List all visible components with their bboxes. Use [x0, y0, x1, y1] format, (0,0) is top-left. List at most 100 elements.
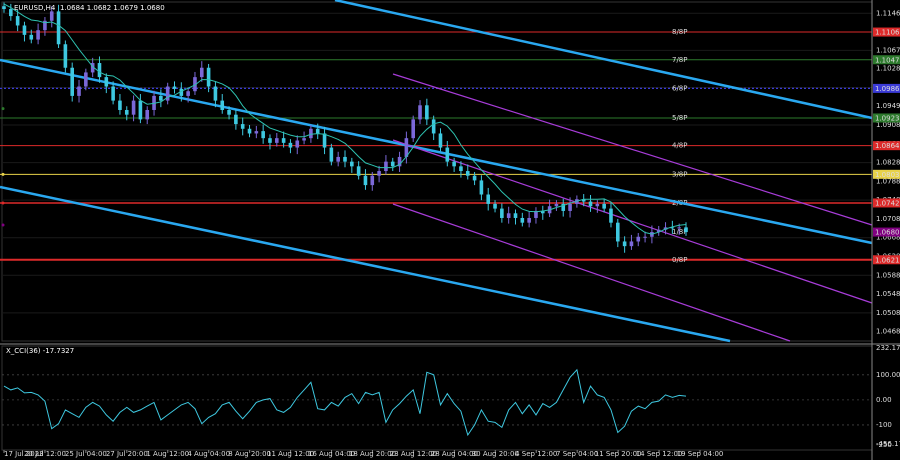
candle [629, 241, 634, 247]
cci-frame [1, 345, 873, 451]
time-tick-label: 8 Aug 20:00 [228, 450, 271, 458]
time-tick-label: 20 Jul 12:00 [24, 450, 66, 458]
time-tick-label: 14 Sep 12:00 [636, 450, 683, 458]
candle [588, 201, 593, 207]
candle [186, 91, 190, 96]
price-axis-badge-label: 1.0923 [875, 114, 900, 122]
candle [486, 194, 491, 204]
price-axis-badge-label: 1.1106 [875, 29, 900, 37]
level-marker [1, 172, 5, 176]
candle [602, 203, 606, 209]
price-tick-label: 1.0588 [876, 271, 900, 279]
channel-line-bottom [0, 185, 731, 343]
murrey-level-label: 8/8P [672, 28, 688, 36]
price-tick-label: 1.1146 [876, 9, 900, 17]
candle [500, 208, 504, 218]
candle [390, 161, 395, 167]
candle [343, 156, 347, 162]
candle [315, 128, 320, 134]
candle [479, 180, 484, 195]
cci-tick-label: 0.00 [876, 396, 892, 404]
candle [459, 166, 463, 172]
candle [9, 9, 13, 17]
regression-lower [392, 203, 791, 342]
candle [118, 100, 122, 110]
candle [363, 175, 368, 186]
candle [220, 100, 225, 110]
candle [261, 131, 265, 139]
price-tick-label: 1.0548 [876, 290, 900, 298]
candle [124, 109, 129, 115]
candle [356, 166, 361, 176]
candle [275, 138, 279, 143]
main-title: EURUSD,H4 [14, 4, 56, 12]
murrey-level-label: 5/8P [672, 114, 688, 122]
candle [595, 203, 600, 207]
moving-average-line [3, 3, 687, 235]
candle [234, 114, 238, 125]
candle [411, 119, 415, 139]
price-tick-label: 1.0828 [876, 159, 900, 167]
regression-mid [392, 139, 873, 304]
candle [465, 171, 470, 176]
price-tick-label: 1.0508 [876, 309, 900, 317]
level-marker [1, 107, 5, 111]
time-tick-label: 4 Aug 04:00 [187, 450, 230, 458]
price-axis-badge-label: 1.1047 [875, 56, 900, 64]
candle [138, 100, 143, 120]
candle [213, 86, 218, 101]
time-tick-label: 1 Aug 12:00 [146, 450, 189, 458]
level-marker [1, 223, 5, 227]
price-tick-label: 1.0708 [876, 215, 900, 223]
murrey-level-label: 6/8P [672, 84, 688, 92]
time-tick-label: 27 Jul 20:00 [106, 450, 148, 458]
time-tick-label: 25 Jul 04:00 [65, 450, 107, 458]
cci-tick-label: -100 [876, 421, 892, 429]
candle [622, 241, 627, 247]
candle [281, 138, 286, 143]
candle [254, 131, 259, 134]
channel-line-top [334, 0, 873, 120]
candle [22, 25, 27, 35]
candle [15, 16, 20, 26]
price-tick-label: 1.0468 [876, 328, 900, 336]
candle [370, 175, 375, 186]
candle [247, 128, 252, 134]
candle [145, 109, 150, 120]
time-tick-label: 30 Aug 20:00 [472, 450, 519, 458]
price-axis-badge-label: 1.0864 [875, 142, 900, 150]
main-ohlc: 1.0684 1.0682 1.0679 1.0680 [60, 4, 165, 12]
price-panel: 8/8P7/8P6/8P5/8P4/8P3/8P2/8P1/8P0/8P [0, 0, 873, 343]
candle [302, 138, 306, 141]
candle [268, 138, 272, 143]
candle [636, 236, 641, 242]
price-tick-label: 1.1067 [876, 46, 900, 54]
candle [206, 67, 211, 87]
candle [240, 124, 245, 129]
cci-panel [1, 345, 873, 451]
time-tick-label: 19 Sep 04:00 [677, 450, 724, 458]
candle [97, 63, 102, 78]
cci-tick-label: 232.1705 [876, 344, 900, 352]
price-tick-label: 1.0949 [876, 102, 900, 110]
candle [438, 133, 443, 148]
candle [2, 6, 6, 10]
candle [70, 67, 74, 96]
candle [684, 227, 688, 233]
price-axis-badge-label: 1.0621 [875, 256, 900, 264]
candle [520, 217, 525, 223]
candle [104, 77, 109, 87]
candle [677, 227, 681, 229]
cci-tick-label: -456.1757 [876, 440, 900, 448]
indicator-title: X_CCI(36) -17.7327 [6, 347, 74, 355]
candle [513, 213, 518, 218]
candle [643, 236, 647, 238]
price-frame [1, 1, 873, 342]
time-tick-label: 4 Sep 12:00 [515, 450, 557, 458]
candle [172, 86, 177, 89]
candle [295, 140, 300, 148]
candle [384, 161, 388, 172]
candle [472, 175, 477, 181]
candle [77, 86, 81, 96]
candle [616, 222, 620, 242]
